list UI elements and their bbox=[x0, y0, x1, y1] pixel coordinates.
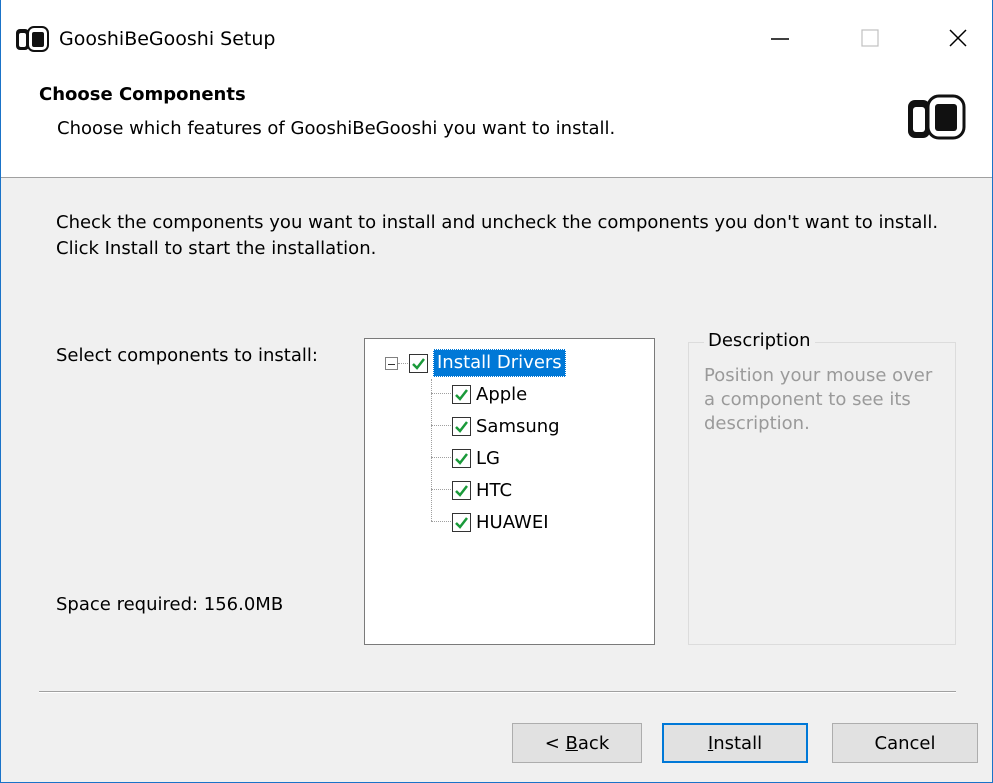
tree-connector bbox=[431, 393, 451, 394]
huawei-checkbox[interactable] bbox=[452, 512, 471, 532]
checkmark-icon bbox=[455, 388, 468, 401]
back-button-accesskey: B bbox=[565, 732, 578, 754]
cancel-button[interactable]: Cancel bbox=[832, 723, 978, 763]
tree-item-label: Install Drivers bbox=[433, 349, 566, 377]
page-title: Choose Components bbox=[39, 84, 246, 105]
collapse-minus-icon bbox=[387, 353, 396, 374]
install-button[interactable]: Install bbox=[662, 723, 808, 763]
close-icon bbox=[947, 27, 969, 54]
checkmark-icon bbox=[412, 357, 425, 370]
checkmark-icon bbox=[455, 484, 468, 497]
maximize-button[interactable] bbox=[845, 20, 895, 60]
setup-window: GooshiBeGooshi Setup Choose Components C… bbox=[0, 0, 993, 783]
instructions-text: Check the components you want to install… bbox=[56, 212, 939, 259]
samsung-checkbox[interactable] bbox=[452, 416, 471, 436]
install-drivers-checkbox[interactable] bbox=[409, 353, 428, 373]
tree-item-label: LG bbox=[476, 447, 500, 469]
checkmark-icon bbox=[455, 420, 468, 433]
space-required-label: Space required: 156.0MB bbox=[56, 594, 284, 615]
tree-item-label: HUAWEI bbox=[476, 511, 549, 533]
app-icon bbox=[15, 26, 49, 52]
footer-separator bbox=[39, 691, 956, 693]
tree-connector bbox=[431, 379, 432, 521]
lg-checkbox[interactable] bbox=[452, 448, 471, 468]
description-text: Position your mouse over a component to … bbox=[704, 365, 933, 434]
tree-item-label: Apple bbox=[476, 383, 528, 405]
tree-item-install-drivers[interactable]: Install Drivers bbox=[409, 349, 566, 377]
title-bar[interactable]: GooshiBeGooshi Setup bbox=[1, 0, 992, 78]
htc-checkbox[interactable] bbox=[452, 480, 471, 500]
tree-connector bbox=[431, 457, 451, 458]
apple-checkbox[interactable] bbox=[452, 384, 471, 404]
window-title: GooshiBeGooshi Setup bbox=[59, 28, 276, 50]
back-button-prefix: < bbox=[544, 732, 566, 754]
components-tree[interactable]: Install Drivers Apple Samsung LG HTC HUA… bbox=[364, 338, 655, 645]
maximize-icon bbox=[859, 27, 881, 54]
page-subtitle: Choose which features of GooshiBeGooshi … bbox=[57, 118, 616, 139]
tree-item-label: Samsung bbox=[476, 415, 560, 437]
tree-item-htc[interactable]: HTC bbox=[452, 476, 512, 504]
checkmark-icon bbox=[455, 516, 468, 529]
back-button-label: ack bbox=[577, 732, 610, 754]
close-button[interactable] bbox=[933, 20, 983, 60]
app-logo-icon bbox=[906, 94, 966, 140]
tree-item-apple[interactable]: Apple bbox=[452, 380, 527, 408]
tree-item-huawei[interactable]: HUAWEI bbox=[452, 508, 549, 536]
tree-connector bbox=[431, 489, 451, 490]
tree-collapse-toggle[interactable] bbox=[385, 357, 398, 370]
minimize-button[interactable] bbox=[755, 20, 805, 60]
tree-item-lg[interactable]: LG bbox=[452, 444, 500, 472]
tree-item-samsung[interactable]: Samsung bbox=[452, 412, 560, 440]
install-button-label: nstall bbox=[713, 732, 763, 754]
description-legend: Description bbox=[704, 330, 815, 351]
checkmark-icon bbox=[455, 452, 468, 465]
tree-item-label: HTC bbox=[476, 479, 513, 501]
page-header: Choose Components Choose which features … bbox=[1, 78, 992, 178]
select-components-label: Select components to install: bbox=[56, 345, 318, 366]
tree-connector bbox=[431, 521, 451, 522]
minimize-icon bbox=[769, 27, 791, 54]
tree-connector bbox=[431, 425, 451, 426]
back-button[interactable]: < Back bbox=[512, 723, 642, 763]
tree-connector bbox=[398, 363, 408, 364]
